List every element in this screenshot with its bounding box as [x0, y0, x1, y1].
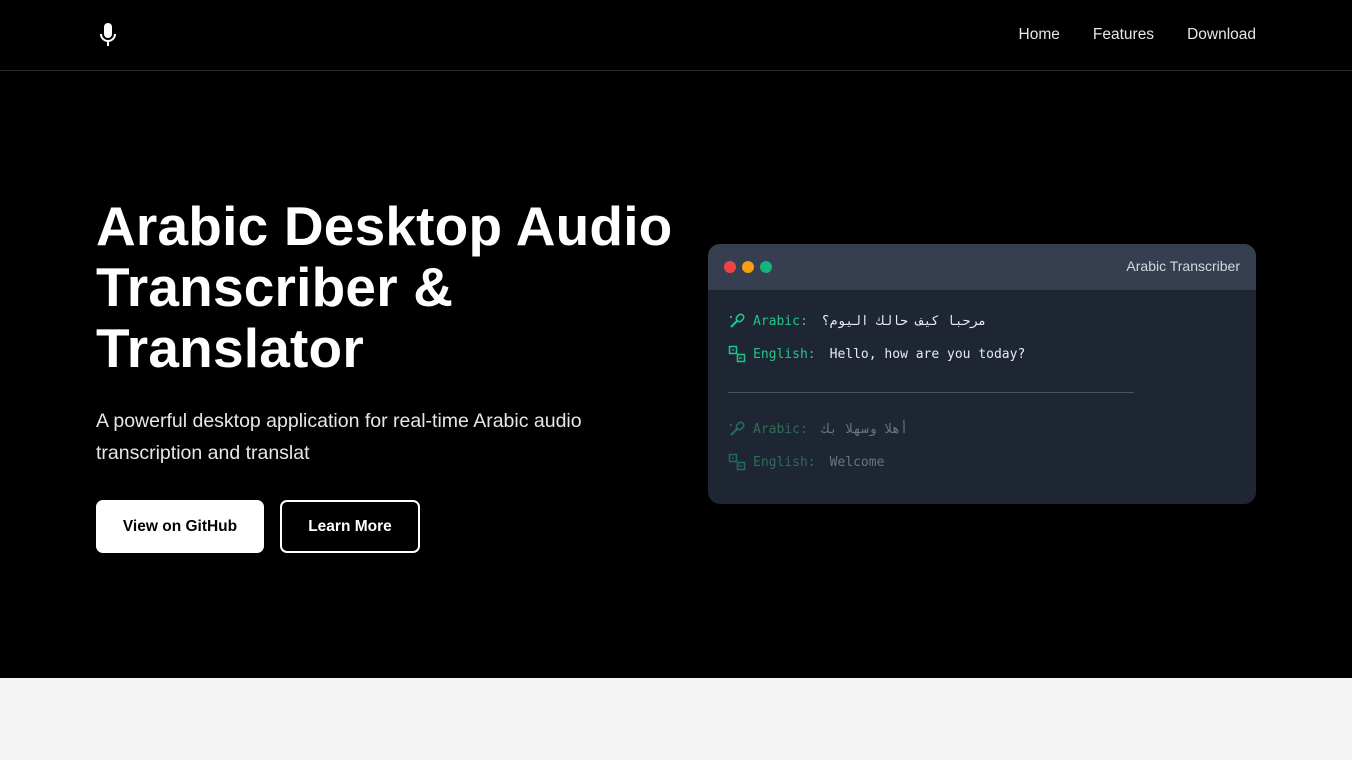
window-title: Arabic Transcriber [1126, 258, 1240, 274]
top-navbar: Home Features Download [0, 0, 1352, 71]
english-text: Welcome [829, 454, 885, 470]
window-minimize-dot [742, 261, 754, 273]
learn-more-button[interactable]: Learn More [280, 500, 420, 553]
transcript-english-line: English: Welcome [728, 453, 884, 471]
english-label: English: [753, 346, 816, 362]
nav-links: Home Features Download [1019, 24, 1256, 46]
window-titlebar: Arabic Transcriber [708, 244, 1256, 290]
transcript-arabic-line: Arabic: مرحبا كيف حالك اليوم؟ [728, 312, 986, 330]
english-label: English: [753, 454, 816, 470]
features-section [0, 678, 1352, 760]
english-text: Hello, how are you today? [829, 346, 1026, 362]
transcriber-demo-window: Arabic Transcriber Arabic: مرحبا كيف حال… [708, 244, 1256, 504]
arabic-label: Arabic: [753, 313, 808, 329]
window-close-dot [724, 261, 736, 273]
microphone-pen-icon [730, 421, 745, 436]
microphone-pen-icon [730, 313, 745, 328]
view-on-github-button[interactable]: View on GitHub [96, 500, 264, 553]
nav-link-features[interactable]: Features [1093, 24, 1154, 46]
window-maximize-dot [760, 261, 772, 273]
transcript-divider [728, 392, 1134, 393]
arabic-text: مرحبا كيف حالك اليوم؟ [821, 313, 987, 329]
transcript-english-line: English: Hello, how are you today? [728, 345, 1025, 363]
microphone-icon[interactable] [99, 22, 117, 48]
hero-title: Arabic Desktop Audio Transcriber & Trans… [96, 195, 673, 379]
nav-link-download[interactable]: Download [1187, 24, 1256, 46]
nav-link-home[interactable]: Home [1019, 24, 1060, 46]
arabic-text: أهلا وسهلا بك [821, 421, 908, 437]
transcript-arabic-line: Arabic: أهلا وسهلا بك [728, 420, 908, 438]
translate-icon [728, 453, 746, 471]
hero-subtitle: A powerful desktop application for real-… [96, 410, 582, 464]
arabic-label: Arabic: [753, 421, 808, 437]
translate-icon [728, 345, 746, 363]
